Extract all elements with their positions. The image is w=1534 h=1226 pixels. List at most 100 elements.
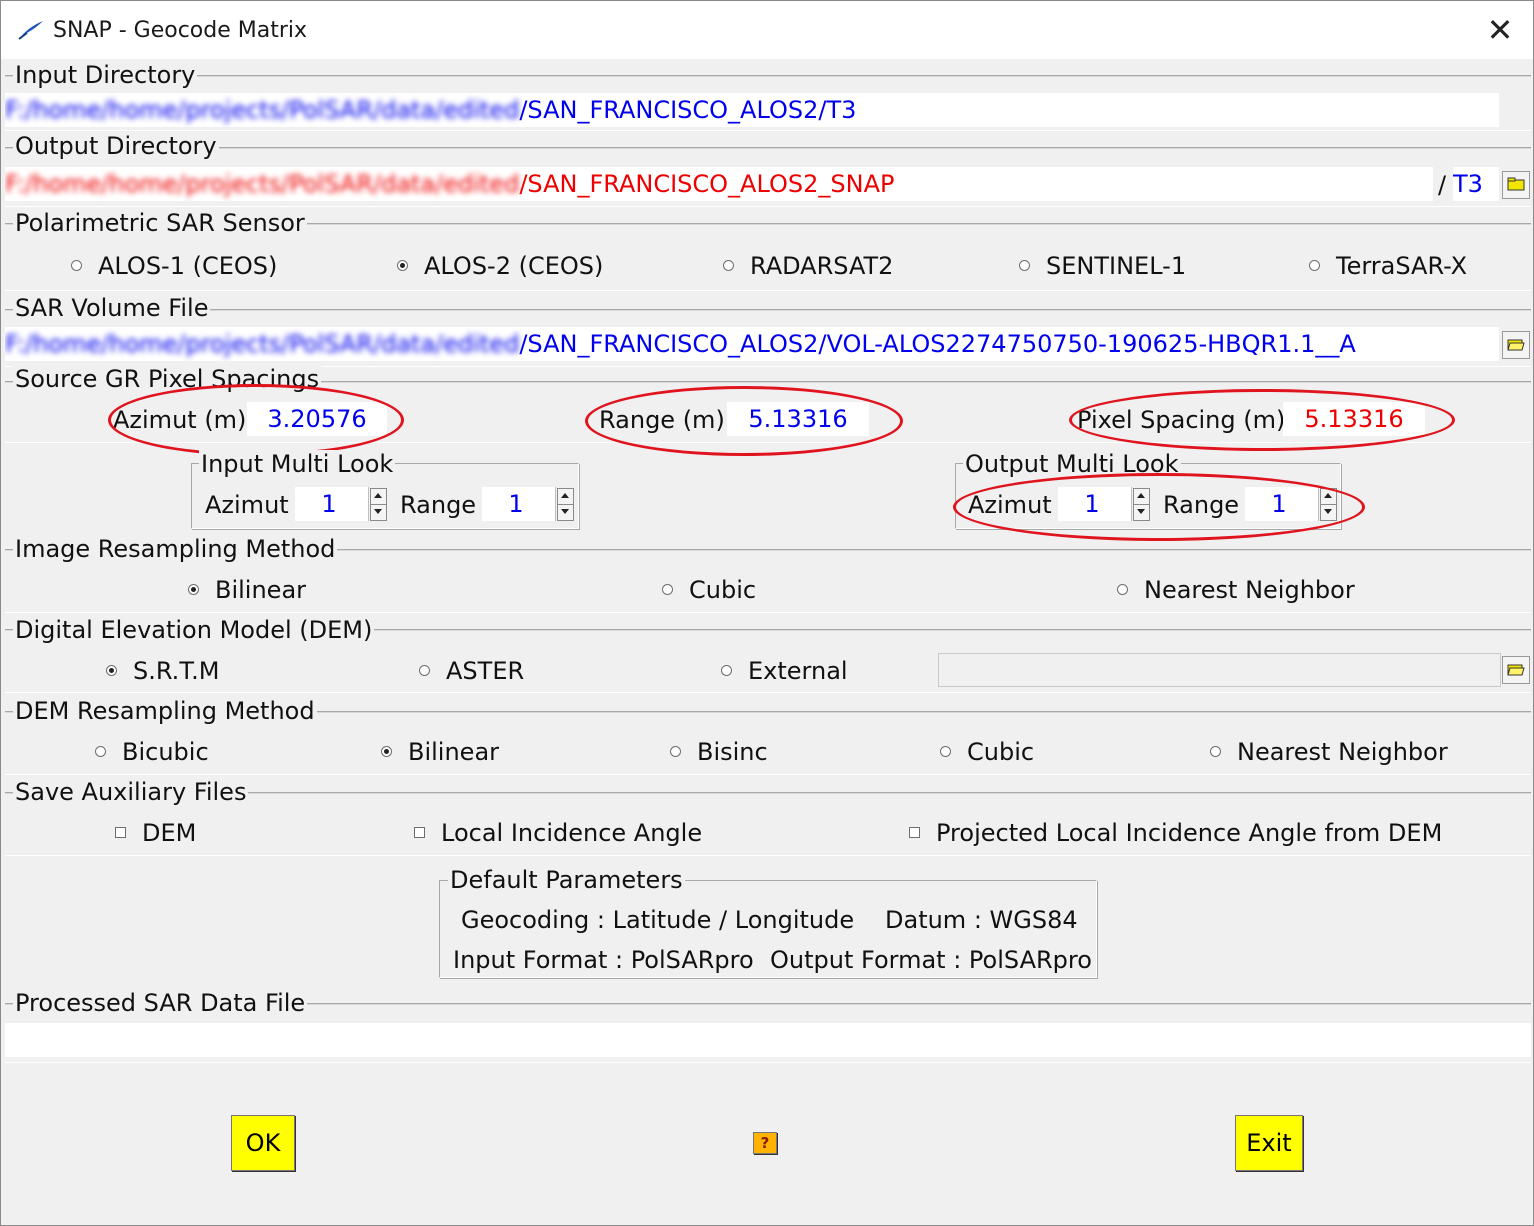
sensor-label-terrasarx: TerraSAR-X bbox=[1336, 252, 1468, 280]
default-parameters-legend: Default Parameters bbox=[448, 866, 685, 894]
dem-resampling-radio-bilinear[interactable]: Bilinear bbox=[381, 736, 499, 768]
dem-resampling-radio-cubic[interactable]: Cubic bbox=[940, 736, 1034, 768]
input-multilook-legend: Input Multi Look bbox=[199, 450, 396, 478]
exit-button[interactable]: Exit bbox=[1235, 1115, 1303, 1171]
aux-checkbox-local-incidence[interactable]: Local Incidence Angle bbox=[414, 817, 702, 849]
spin-up-icon[interactable] bbox=[370, 488, 387, 505]
dem-label-external: External bbox=[748, 657, 848, 685]
sensor-radio-alos1[interactable]: ALOS-1 (CEOS) bbox=[71, 250, 277, 282]
aux-label-projected-incidence: Projected Local Incidence Angle from DEM bbox=[936, 819, 1443, 847]
aux-label-dem: DEM bbox=[142, 819, 197, 847]
output-multilook-azimut-value: 1 bbox=[1084, 490, 1100, 518]
dem-radio-srtm[interactable]: S.R.T.M bbox=[106, 655, 219, 687]
radio-icon bbox=[721, 664, 732, 676]
output-multilook-azimut-spinbox[interactable]: 1 bbox=[1058, 487, 1150, 521]
window-title: SNAP - Geocode Matrix bbox=[53, 18, 308, 43]
help-icon[interactable]: ? bbox=[753, 1132, 777, 1154]
sensor-radio-alos2[interactable]: ALOS-2 (CEOS) bbox=[397, 250, 603, 282]
image-resampling-label-cubic: Cubic bbox=[689, 576, 757, 604]
input-multilook-azimut-value: 1 bbox=[321, 490, 337, 518]
spinbox-arrows bbox=[1318, 487, 1337, 521]
aux-checkbox-projected-incidence[interactable]: Projected Local Incidence Angle from DEM bbox=[909, 817, 1442, 849]
dem-radio-aster[interactable]: ASTER bbox=[419, 655, 524, 687]
spin-up-icon[interactable] bbox=[1133, 488, 1150, 505]
image-resampling-radio-nearest[interactable]: Nearest Neighbor bbox=[1117, 574, 1355, 606]
spin-down-icon[interactable] bbox=[1320, 504, 1337, 521]
output-multilook-range-label: Range bbox=[1163, 491, 1240, 519]
open-folder-icon bbox=[1507, 664, 1525, 676]
spin-up-icon[interactable] bbox=[1320, 488, 1337, 505]
sensor-label-sentinel1: SENTINEL-1 bbox=[1046, 252, 1187, 280]
volume-file-field[interactable]: F:/home/home/projects/PolSAR/data/edited… bbox=[5, 327, 1499, 361]
image-resampling-radio-cubic[interactable]: Cubic bbox=[662, 574, 756, 606]
processed-file-field[interactable] bbox=[5, 1023, 1531, 1057]
spinbox-arrows bbox=[368, 487, 387, 521]
spin-down-icon[interactable] bbox=[1133, 504, 1150, 521]
radio-icon bbox=[71, 259, 82, 271]
spin-down-icon[interactable] bbox=[557, 504, 574, 521]
image-resampling-radio-bilinear[interactable]: Bilinear bbox=[188, 574, 306, 606]
azimut-spacing-label: Azimut (m) bbox=[113, 406, 247, 434]
dem-label-aster: ASTER bbox=[446, 657, 525, 685]
sensor-label-alos2: ALOS-2 (CEOS) bbox=[424, 252, 604, 280]
sensor-label-radarsat2: RADARSAT2 bbox=[750, 252, 894, 280]
checkbox-icon bbox=[909, 826, 920, 838]
dem-resampling-radio-nearest[interactable]: Nearest Neighbor bbox=[1210, 736, 1448, 768]
aux-label-local-incidence: Local Incidence Angle bbox=[441, 819, 703, 847]
input-multilook-azimut-label: Azimut bbox=[205, 491, 289, 519]
radio-icon bbox=[1309, 259, 1320, 271]
dem-resampling-label-nearest: Nearest Neighbor bbox=[1237, 738, 1448, 766]
sensor-radio-sentinel1[interactable]: SENTINEL-1 bbox=[1019, 250, 1186, 282]
ok-button[interactable]: OK bbox=[231, 1115, 295, 1171]
output-directory-separator: / bbox=[1438, 171, 1447, 199]
image-resampling-label-nearest: Nearest Neighbor bbox=[1144, 576, 1355, 604]
azimut-spacing-value[interactable]: 3.20576 bbox=[247, 402, 387, 436]
output-multilook-range-spinbox[interactable]: 1 bbox=[1245, 487, 1337, 521]
output-subdir-field[interactable]: T3 bbox=[1453, 167, 1499, 201]
input-multilook-range-spinbox[interactable]: 1 bbox=[482, 487, 574, 521]
dem-external-path-field[interactable] bbox=[938, 653, 1501, 687]
spin-down-icon[interactable] bbox=[370, 504, 387, 521]
dem-resampling-radio-bicubic[interactable]: Bicubic bbox=[95, 736, 209, 768]
radio-icon bbox=[1019, 259, 1030, 271]
output-multilook-range-value: 1 bbox=[1271, 490, 1287, 518]
input-directory-field[interactable]: F:/home/home/projects/PolSAR/data/edited… bbox=[5, 93, 1499, 127]
dem-resampling-label-bilinear: Bilinear bbox=[408, 738, 500, 766]
checkbox-icon bbox=[115, 826, 126, 838]
sensor-radio-terrasarx[interactable]: TerraSAR-X bbox=[1309, 250, 1467, 282]
close-icon[interactable]: ✕ bbox=[1479, 9, 1521, 51]
volume-file-browse-button[interactable] bbox=[1502, 331, 1530, 359]
sensor-radio-radarsat2[interactable]: RADARSAT2 bbox=[723, 250, 893, 282]
dem-resampling-label-cubic: Cubic bbox=[967, 738, 1035, 766]
pixel-spacings-legend: Source GR Pixel Spacings bbox=[13, 365, 322, 393]
dem-resampling-radio-bisinc[interactable]: Bisinc bbox=[670, 736, 768, 768]
dem-external-browse-button[interactable] bbox=[1502, 656, 1530, 684]
input-multilook-range-value: 1 bbox=[508, 490, 524, 518]
pixel-spacing-value[interactable]: 5.13316 bbox=[1283, 402, 1425, 436]
input-multilook-azimut-spinbox[interactable]: 1 bbox=[295, 487, 387, 521]
dem-radio-external[interactable]: External bbox=[721, 655, 848, 687]
default-output-format: Output Format : PolSARpro bbox=[770, 946, 1092, 974]
radio-icon bbox=[1117, 583, 1128, 595]
range-spacing-value[interactable]: 5.13316 bbox=[727, 402, 869, 436]
dialog-body: Input Directory F:/home/home/projects/Po… bbox=[1, 59, 1533, 1225]
input-multilook-range-label: Range bbox=[400, 491, 477, 519]
radio-icon bbox=[1210, 745, 1221, 757]
aux-checkbox-dem[interactable]: DEM bbox=[115, 817, 196, 849]
dem-resampling-label-bicubic: Bicubic bbox=[122, 738, 209, 766]
input-directory-legend: Input Directory bbox=[13, 61, 198, 89]
aux-files-legend: Save Auxiliary Files bbox=[13, 778, 249, 806]
checkbox-icon bbox=[414, 826, 425, 838]
volume-file-redacted-prefix: F:/home/home/projects/PolSAR/data/edited bbox=[5, 330, 520, 358]
folder-icon bbox=[1507, 177, 1525, 191]
default-input-format: Input Format : PolSARpro bbox=[453, 946, 754, 974]
output-directory-browse-button[interactable] bbox=[1502, 171, 1530, 199]
dem-legend: Digital Elevation Model (DEM) bbox=[13, 616, 375, 644]
sensor-label-alos1: ALOS-1 (CEOS) bbox=[98, 252, 278, 280]
processed-file-legend: Processed SAR Data File bbox=[13, 989, 308, 1017]
radio-icon bbox=[723, 259, 734, 271]
spin-up-icon[interactable] bbox=[557, 488, 574, 505]
output-directory-field[interactable]: F:/home/home/projects/PolSAR/data/edited… bbox=[5, 167, 1433, 201]
title-bar: SNAP - Geocode Matrix ✕ bbox=[1, 1, 1533, 59]
radio-icon bbox=[662, 583, 673, 595]
